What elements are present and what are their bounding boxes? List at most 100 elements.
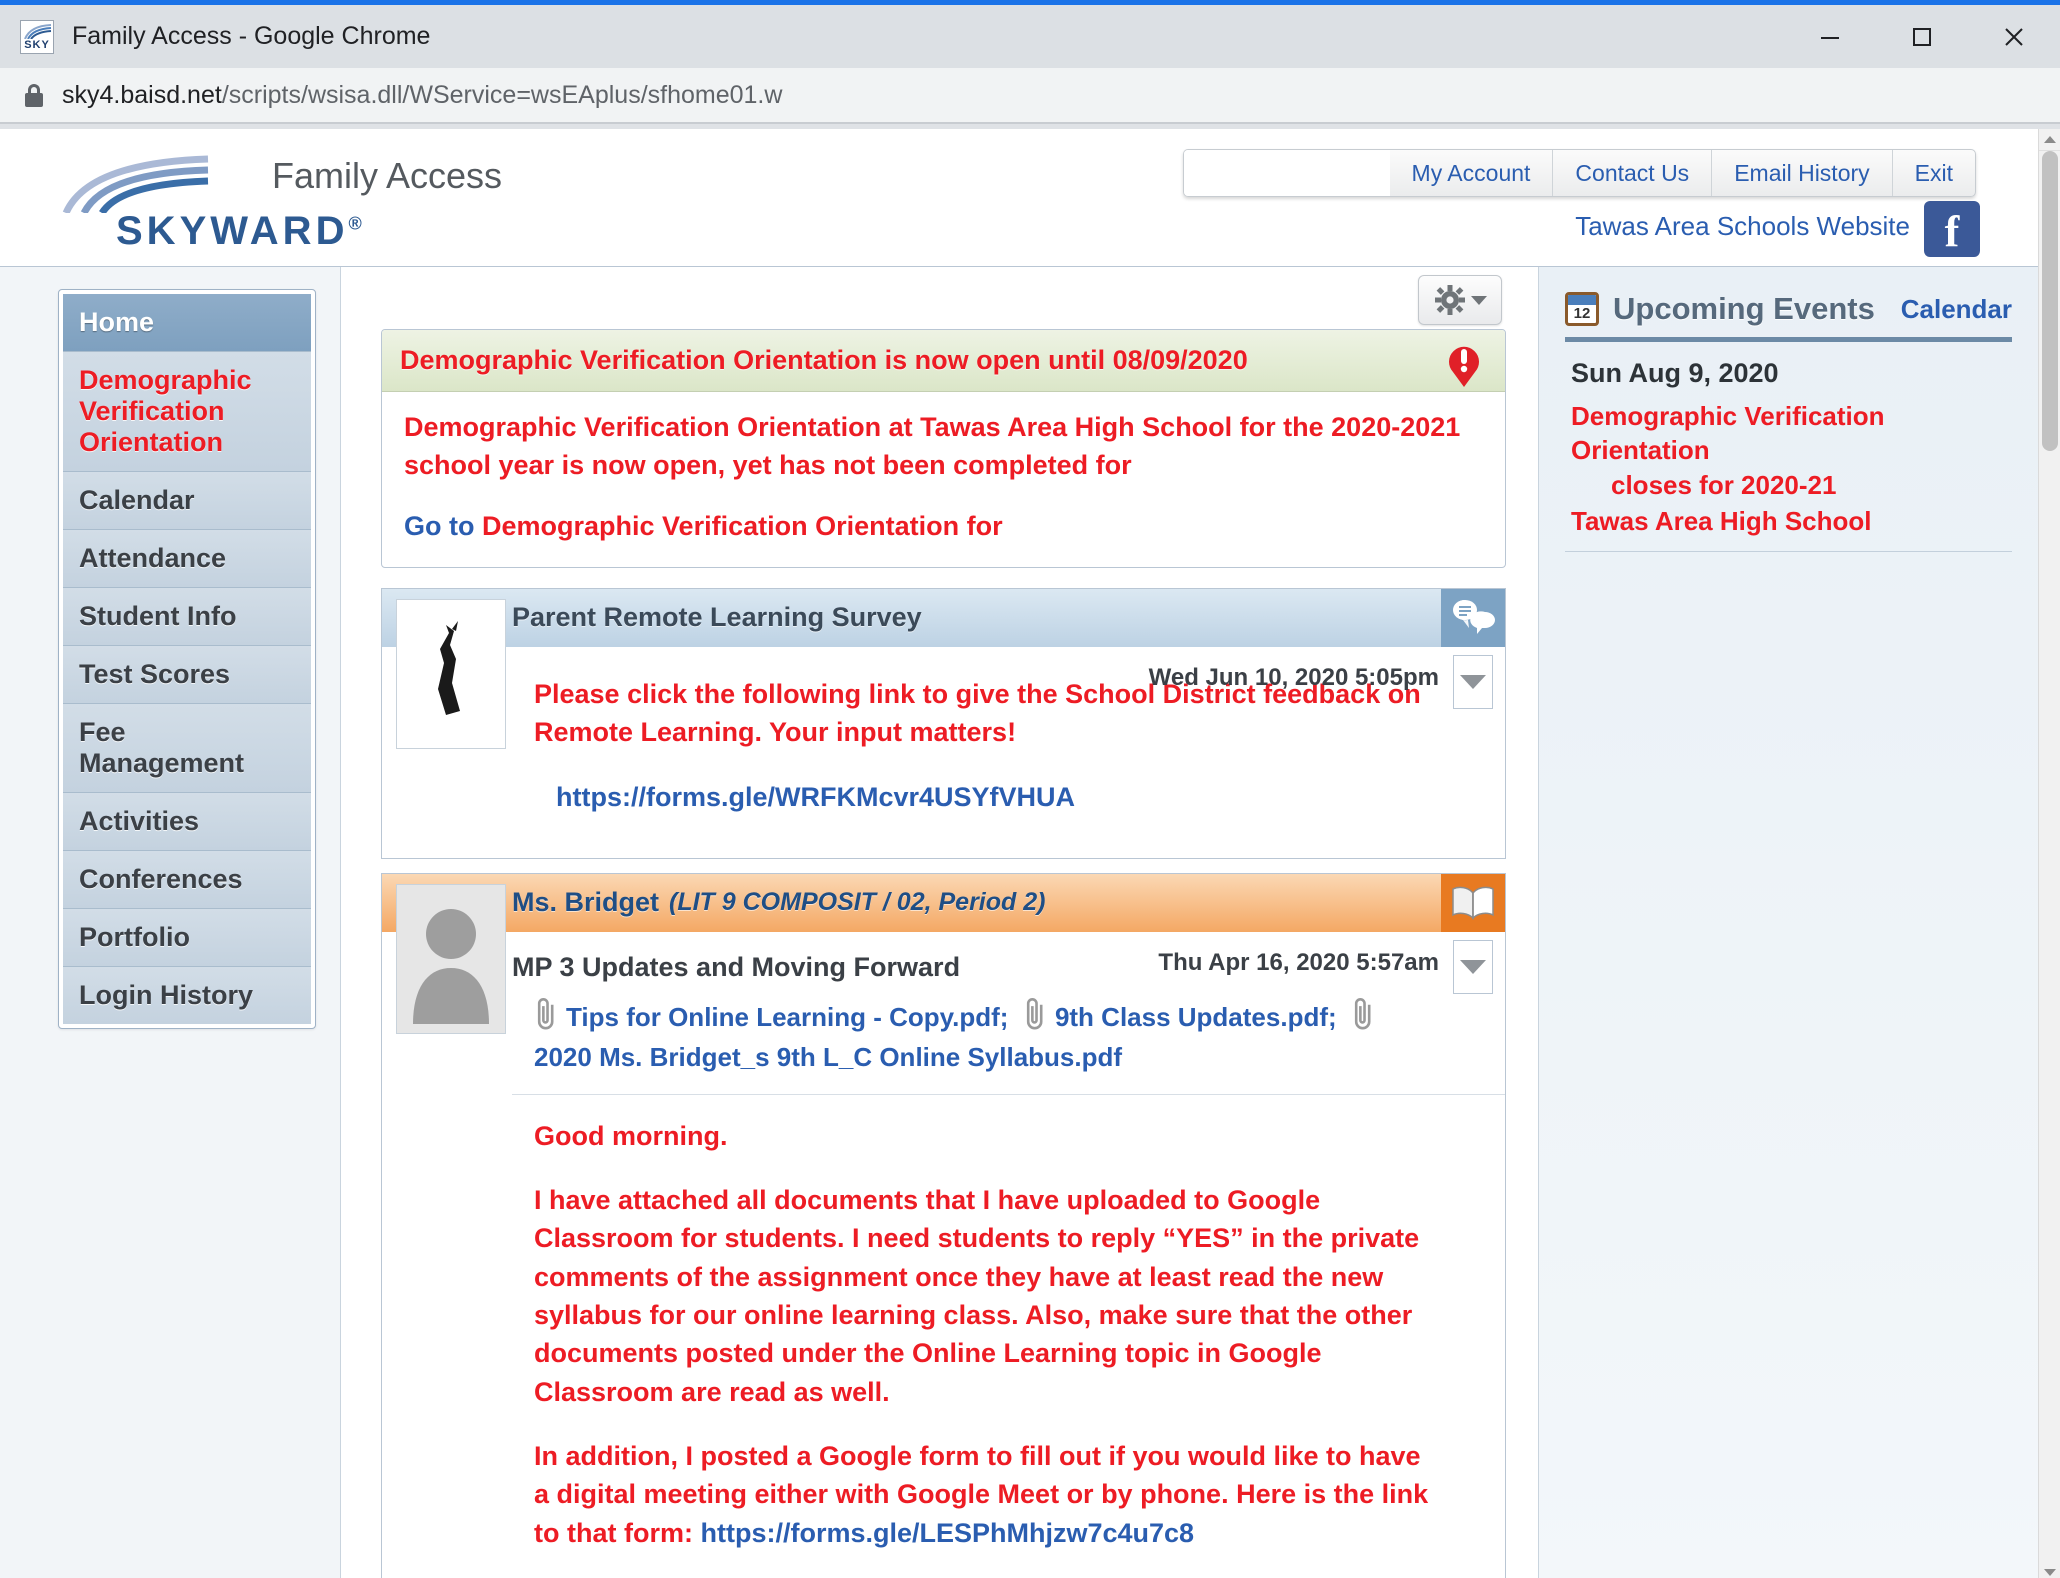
nav-link-contact-us[interactable]: Contact Us bbox=[1552, 150, 1711, 196]
attachment-link[interactable]: 9th Class Updates.pdf; bbox=[1055, 1002, 1337, 1032]
page-viewport: SKYWARD® Family Access My Account Contac… bbox=[0, 129, 2060, 1578]
sidebar-item-portfolio[interactable]: Portfolio bbox=[63, 909, 311, 967]
teacher-name: Ms. Bridget bbox=[512, 887, 660, 918]
facebook-glyph: f bbox=[1944, 207, 1960, 256]
nav-link-exit[interactable]: Exit bbox=[1891, 150, 1975, 196]
paperclip-icon bbox=[1355, 998, 1371, 1030]
url-path: /scripts/wsisa.dll/WService=wsEAplus/sfh… bbox=[221, 80, 783, 109]
attachment-link[interactable]: Tips for Online Learning - Copy.pdf; bbox=[566, 1002, 1008, 1032]
search-input[interactable] bbox=[1183, 150, 1390, 196]
attachment-list: Tips for Online Learning - Copy.pdf; 9th… bbox=[512, 993, 1505, 1078]
message-paragraph: Good morning. bbox=[534, 1120, 728, 1151]
alert-exclamation-icon[interactable] bbox=[1443, 339, 1485, 387]
skyward-wordmark: SKYWARD® bbox=[116, 209, 366, 253]
message-title: Ms. Bridget (LIT 9 COMPOSIT / 02, Period… bbox=[498, 874, 1441, 932]
sidebar-item-home[interactable]: Home bbox=[63, 294, 311, 352]
settings-gear-button[interactable] bbox=[1418, 275, 1502, 325]
sidebar-item-fee-management[interactable]: Fee Management bbox=[63, 704, 311, 793]
event-title-line1: Demographic Verification Orientation bbox=[1571, 401, 1885, 466]
gear-icon bbox=[1434, 285, 1465, 315]
alert-link-rest: Demographic Verification Orientation for bbox=[482, 510, 1003, 541]
lock-icon bbox=[24, 83, 44, 107]
sidebar-item-conferences[interactable]: Conferences bbox=[63, 851, 311, 909]
message-header: Parent Remote Learning Survey bbox=[382, 588, 1505, 647]
open-book-icon[interactable] bbox=[1441, 873, 1505, 932]
school-website-link[interactable]: Tawas Area Schools Website bbox=[1575, 211, 1910, 242]
main-content: Demographic Verification Orientation is … bbox=[340, 267, 1538, 1578]
paperclip-icon bbox=[1026, 998, 1043, 1030]
upcoming-events-title: Upcoming Events bbox=[1613, 291, 1875, 326]
app-title: Family Access bbox=[272, 155, 503, 196]
chevron-down-icon bbox=[1460, 674, 1486, 689]
message-title: Parent Remote Learning Survey bbox=[512, 602, 922, 633]
facebook-icon[interactable]: f bbox=[1924, 201, 1980, 257]
message-body: Wed Jun 10, 2020 5:05pm Please click the… bbox=[382, 647, 1505, 858]
skyward-header: SKYWARD® Family Access My Account Contac… bbox=[0, 129, 2038, 267]
calendar-icon-day: 12 bbox=[1573, 305, 1591, 322]
alert-link-row: Go to Demographic Verification Orientati… bbox=[404, 507, 1483, 545]
nav-link-my-account[interactable]: My Account bbox=[1390, 150, 1553, 196]
alert-header: Demographic Verification Orientation is … bbox=[382, 330, 1505, 392]
skyward-favicon-icon: SKY bbox=[20, 19, 54, 54]
event-title-line2: closes for 2020-21 bbox=[1611, 469, 1837, 500]
address-bar[interactable]: sky4.baisd.net/scripts/wsisa.dll/WServic… bbox=[0, 68, 2060, 124]
calendar-icon: 12 bbox=[1565, 292, 1599, 326]
calendar-icon-top bbox=[1568, 295, 1596, 305]
event-list-item: Sun Aug 9, 2020 Demographic Verification… bbox=[1565, 342, 2012, 552]
sidebar-item-attendance[interactable]: Attendance bbox=[63, 530, 311, 588]
scroll-down-button[interactable] bbox=[2039, 1561, 2060, 1578]
scroll-up-button[interactable] bbox=[2039, 129, 2060, 151]
message-bubble-icon[interactable] bbox=[1441, 588, 1505, 647]
message-panel-survey: Parent Remote Learning Survey Wed Jun 10… bbox=[381, 587, 1506, 859]
page-content: SKYWARD® Family Access My Account Contac… bbox=[0, 129, 2038, 1578]
sidebar: Home Demographic Verification Orientatio… bbox=[0, 267, 340, 1578]
message-stamp-row: Wed Jun 10, 2020 5:05pm bbox=[512, 647, 1505, 709]
chevron-down-icon bbox=[1470, 295, 1487, 305]
sidebar-item-login-history[interactable]: Login History bbox=[63, 967, 311, 1024]
sidebar-item-activities[interactable]: Activities bbox=[63, 793, 311, 851]
course-label: (LIT 9 COMPOSIT / 02, Period 2) bbox=[669, 888, 1046, 917]
message-body: Thu Apr 16, 2020 5:57am MP 3 Updates and… bbox=[382, 932, 1505, 1578]
maximize-icon[interactable] bbox=[1876, 5, 1968, 68]
paperclip-icon bbox=[537, 998, 554, 1030]
event-location: Tawas Area High School bbox=[1565, 502, 2012, 552]
alert-goto-link[interactable]: Go to bbox=[404, 511, 474, 541]
message-collapse-toggle[interactable] bbox=[1453, 654, 1493, 709]
google-form-link[interactable]: https://forms.gle/LESPhMhjzw7c4u7c8 bbox=[700, 1518, 1194, 1548]
body-area: Home Demographic Verification Orientatio… bbox=[0, 267, 2038, 1578]
nav-link-email-history[interactable]: Email History bbox=[1711, 150, 1891, 196]
message-text: Good morning. I have attached all docume… bbox=[512, 1093, 1505, 1578]
sidebar-item-student-info[interactable]: Student Info bbox=[63, 588, 311, 646]
minimize-icon[interactable] bbox=[1784, 5, 1876, 68]
message-header: Ms. Bridget (LIT 9 COMPOSIT / 02, Period… bbox=[382, 873, 1505, 932]
chevron-down-icon bbox=[1460, 959, 1486, 974]
event-date: Sun Aug 9, 2020 bbox=[1571, 358, 1779, 388]
message-link[interactable]: https://forms.gle/WRFKMcvr4USYfVHUA bbox=[534, 778, 1435, 816]
alert-body: Demographic Verification Orientation at … bbox=[382, 392, 1505, 567]
favicon-arcs-icon bbox=[24, 23, 52, 39]
sidebar-item-demographic-verification-orientation[interactable]: Demographic Verification Orientation bbox=[63, 352, 311, 472]
sidebar-item-calendar[interactable]: Calendar bbox=[63, 472, 311, 530]
message-paragraph-with-link: In addition, I posted a Google form to f… bbox=[534, 1437, 1435, 1552]
url-host: sky4.baisd.net bbox=[62, 80, 222, 109]
page-scrollbar[interactable] bbox=[2038, 129, 2060, 1578]
chevron-down-icon bbox=[2043, 1568, 2056, 1576]
calendar-link[interactable]: Calendar bbox=[1901, 294, 2012, 325]
title-bar: SKY Family Access - Google Chrome bbox=[0, 5, 2060, 68]
window-controls bbox=[1784, 5, 2060, 68]
sidebar-item-test-scores[interactable]: Test Scores bbox=[63, 646, 311, 704]
message-collapse-toggle[interactable] bbox=[1453, 939, 1493, 994]
scrollbar-thumb[interactable] bbox=[2042, 151, 2058, 451]
window-title: Family Access - Google Chrome bbox=[72, 22, 431, 50]
sidebar-nav: Home Demographic Verification Orientatio… bbox=[58, 289, 316, 1029]
close-icon[interactable] bbox=[1968, 5, 2060, 68]
message-panel-teacher: Ms. Bridget (LIT 9 COMPOSIT / 02, Period… bbox=[381, 872, 1506, 1578]
message-paragraph: I have attached all documents that I hav… bbox=[534, 1184, 1420, 1407]
message-timestamp: Thu Apr 16, 2020 5:57am bbox=[1158, 948, 1439, 976]
alert-paragraph: Demographic Verification Orientation at … bbox=[404, 412, 1461, 481]
event-title[interactable]: Demographic Verification Orientation clos… bbox=[1565, 399, 2012, 502]
favicon-label: SKY bbox=[24, 38, 50, 51]
attachment-link[interactable]: 2020 Ms. Bridget_s 9th L_C Online Syllab… bbox=[534, 1042, 1122, 1072]
browser-window: SKY Family Access - Google Chrome sky4.b… bbox=[0, 0, 2060, 1578]
alert-heading: Demographic Verification Orientation is … bbox=[400, 345, 1248, 375]
